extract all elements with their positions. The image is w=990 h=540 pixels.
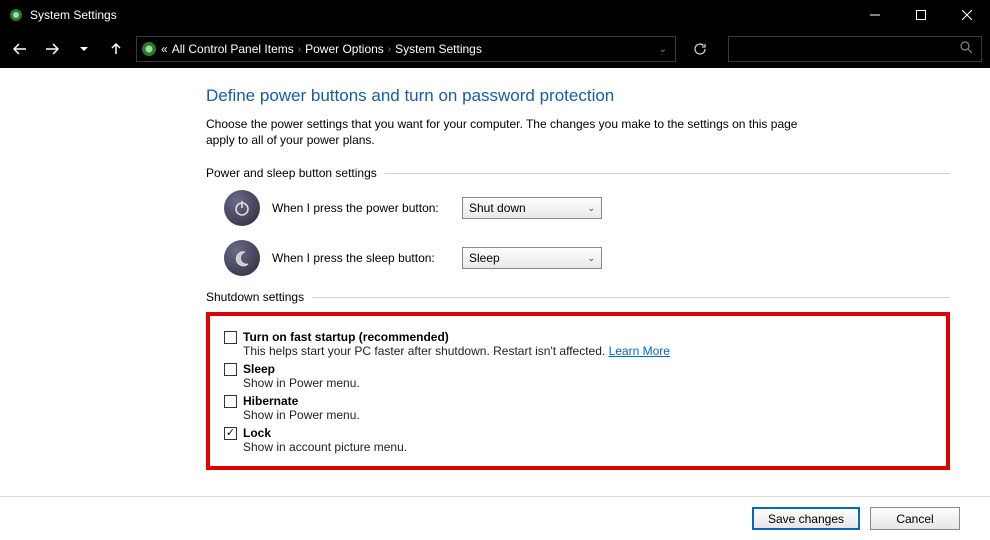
section-header-buttons: Power and sleep button settings xyxy=(206,166,950,180)
refresh-button[interactable] xyxy=(688,37,712,61)
option-label: Sleep xyxy=(243,362,275,376)
select-value: Shut down xyxy=(469,201,526,215)
titlebar: System Settings xyxy=(0,0,990,30)
checkbox-hibernate[interactable] xyxy=(224,395,237,408)
power-button-select[interactable]: Shut down ⌄ xyxy=(462,197,602,219)
section-header-shutdown: Shutdown settings xyxy=(206,290,950,304)
checkbox-fast-startup[interactable] xyxy=(224,331,237,344)
chevron-right-icon: › xyxy=(388,44,391,55)
content-area: Define power buttons and turn on passwor… xyxy=(0,68,990,496)
checkbox-lock[interactable] xyxy=(224,427,237,440)
power-button-label: When I press the power button: xyxy=(272,201,462,215)
toolbar: « All Control Panel Items › Power Option… xyxy=(0,30,990,68)
checkbox-sleep[interactable] xyxy=(224,363,237,376)
highlight-box: Turn on fast startup (recommended) This … xyxy=(206,312,950,470)
section-title: Power and sleep button settings xyxy=(206,166,377,180)
sleep-button-label: When I press the sleep button: xyxy=(272,251,462,265)
chevron-down-icon: ⌄ xyxy=(587,253,595,264)
select-value: Sleep xyxy=(469,251,500,265)
close-button[interactable] xyxy=(944,0,990,30)
save-button[interactable]: Save changes xyxy=(752,507,860,530)
chevron-down-icon: ⌄ xyxy=(587,203,595,214)
option-sleep: Sleep Show in Power menu. xyxy=(224,362,932,390)
back-button[interactable] xyxy=(8,37,32,61)
page-heading: Define power buttons and turn on passwor… xyxy=(206,86,950,106)
control-panel-icon xyxy=(141,41,157,57)
power-button-row: When I press the power button: Shut down… xyxy=(224,190,950,226)
option-label: Hibernate xyxy=(243,394,298,408)
sleep-button-select[interactable]: Sleep ⌄ xyxy=(462,247,602,269)
sleep-icon xyxy=(224,240,260,276)
maximize-button[interactable] xyxy=(898,0,944,30)
option-label: Turn on fast startup (recommended) xyxy=(243,330,449,344)
address-bar[interactable]: « All Control Panel Items › Power Option… xyxy=(136,36,676,62)
minimize-button[interactable] xyxy=(852,0,898,30)
address-dropdown-icon[interactable]: ⌄ xyxy=(655,44,671,55)
breadcrumb: « All Control Panel Items › Power Option… xyxy=(161,42,482,56)
chevron-right-icon: › xyxy=(298,44,301,55)
app-icon xyxy=(8,7,24,23)
section-title: Shutdown settings xyxy=(206,290,304,304)
page-description: Choose the power settings that you want … xyxy=(206,116,806,148)
learn-more-link[interactable]: Learn More xyxy=(609,344,670,358)
recent-dropdown[interactable] xyxy=(72,37,96,61)
breadcrumb-item[interactable]: Power Options xyxy=(305,42,384,56)
sleep-button-row: When I press the sleep button: Sleep ⌄ xyxy=(224,240,950,276)
option-label: Lock xyxy=(243,426,271,440)
option-desc: This helps start your PC faster after sh… xyxy=(243,344,932,358)
breadcrumb-item[interactable]: All Control Panel Items xyxy=(172,42,294,56)
breadcrumb-item[interactable]: System Settings xyxy=(395,42,482,56)
window-title: System Settings xyxy=(30,8,852,22)
forward-button[interactable] xyxy=(40,37,64,61)
option-lock: Lock Show in account picture menu. xyxy=(224,426,932,454)
cancel-button[interactable]: Cancel xyxy=(870,507,960,530)
power-icon xyxy=(224,190,260,226)
up-button[interactable] xyxy=(104,37,128,61)
option-desc: Show in Power menu. xyxy=(243,408,932,422)
option-fast-startup: Turn on fast startup (recommended) This … xyxy=(224,330,932,358)
search-input[interactable] xyxy=(728,36,982,62)
option-desc: Show in account picture menu. xyxy=(243,440,932,454)
option-desc: Show in Power menu. xyxy=(243,376,932,390)
footer: Save changes Cancel xyxy=(0,496,990,540)
option-hibernate: Hibernate Show in Power menu. xyxy=(224,394,932,422)
breadcrumb-prefix: « xyxy=(161,42,168,56)
search-icon xyxy=(960,41,973,57)
